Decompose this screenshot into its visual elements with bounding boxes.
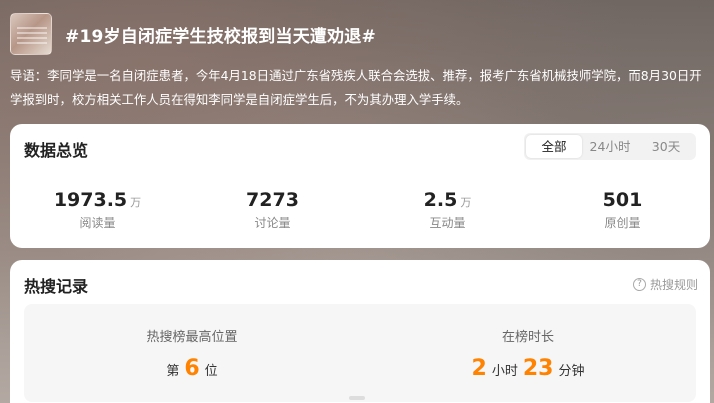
hot-record-title: 热搜记录 (24, 277, 89, 296)
stat-originals-number: 501 (602, 189, 643, 211)
highest-position-label: 热搜榜最高位置 (146, 330, 238, 345)
hot-rules-label: 热搜规则 (649, 278, 698, 292)
stat-discussions-value: 7273 (185, 188, 360, 212)
on-list-duration: 在榜时长 2 小时 23 分钟 (360, 304, 696, 402)
news-thumbnail-icon[interactable] (10, 13, 52, 55)
tab-30d[interactable]: 30天 (638, 135, 694, 158)
duration-minutes: 23 (522, 356, 554, 381)
tab-24h[interactable]: 24小时 (582, 135, 638, 158)
stat-reads: 1973.5 万 阅读量 (10, 188, 185, 231)
topic-header: #19岁自闭症学生技校报到当天遭劝退# (10, 12, 704, 56)
scroll-indicator (349, 396, 365, 400)
position-number: 6 (184, 356, 200, 381)
stats-row: 1973.5 万 阅读量 7273 讨论量 2.5 万 互动量 501 原创量 (10, 188, 710, 231)
data-overview-card: 数据总览 全部 24小时 30天 1973.5 万 阅读量 7273 讨论量 2.… (10, 124, 710, 248)
stat-discussions: 7273 讨论量 (185, 188, 360, 231)
highest-position: 热搜榜最高位置 第6位 (24, 304, 360, 402)
time-range-tabs: 全部 24小时 30天 (524, 133, 696, 160)
stat-originals-label: 原创量 (604, 216, 641, 230)
topic-title[interactable]: #19岁自闭症学生技校报到当天遭劝退# (65, 22, 376, 47)
stat-discussions-number: 7273 (246, 189, 299, 211)
stat-interactions-label: 互动量 (429, 216, 466, 230)
stat-interactions-number: 2.5 (423, 189, 458, 211)
duration-minutes-unit: 分钟 (558, 364, 585, 379)
stat-reads-number: 1973.5 (53, 189, 128, 211)
stat-interactions-value: 2.5 万 (360, 188, 535, 212)
stat-originals-value: 501 (535, 188, 710, 212)
stat-interactions-unit: 万 (460, 196, 472, 209)
stat-discussions-label: 讨论量 (254, 216, 291, 230)
duration-hours: 2 (471, 356, 487, 381)
stat-interactions: 2.5 万 互动量 (360, 188, 535, 231)
highest-position-value: 第6位 (24, 355, 360, 383)
position-suffix: 位 (204, 364, 218, 379)
stat-originals: 501 原创量 (535, 188, 710, 231)
position-prefix: 第 (166, 364, 180, 379)
topic-guide-text: 导语：李同学是一名自闭症患者，今年4月18日通过广东省残疾人联合会选拔、推荐，报… (10, 68, 702, 107)
duration-label: 在榜时长 (501, 330, 554, 345)
duration-hours-unit: 小时 (491, 364, 518, 379)
data-overview-title: 数据总览 (24, 141, 89, 160)
question-circle-icon: ? (632, 278, 646, 291)
stat-reads-label: 阅读量 (79, 216, 116, 230)
hot-record-box: 热搜榜最高位置 第6位 在榜时长 2 小时 23 分钟 (24, 304, 696, 402)
stat-reads-unit: 万 (130, 196, 142, 209)
hot-record-card: 热搜记录 ? 热搜规则 热搜榜最高位置 第6位 在榜时长 2 小时 23 分钟 (10, 260, 710, 403)
hot-rules-link[interactable]: ? 热搜规则 (632, 276, 698, 293)
tab-all[interactable]: 全部 (526, 135, 582, 158)
stat-reads-value: 1973.5 万 (10, 188, 185, 212)
duration-value: 2 小时 23 分钟 (360, 355, 696, 383)
